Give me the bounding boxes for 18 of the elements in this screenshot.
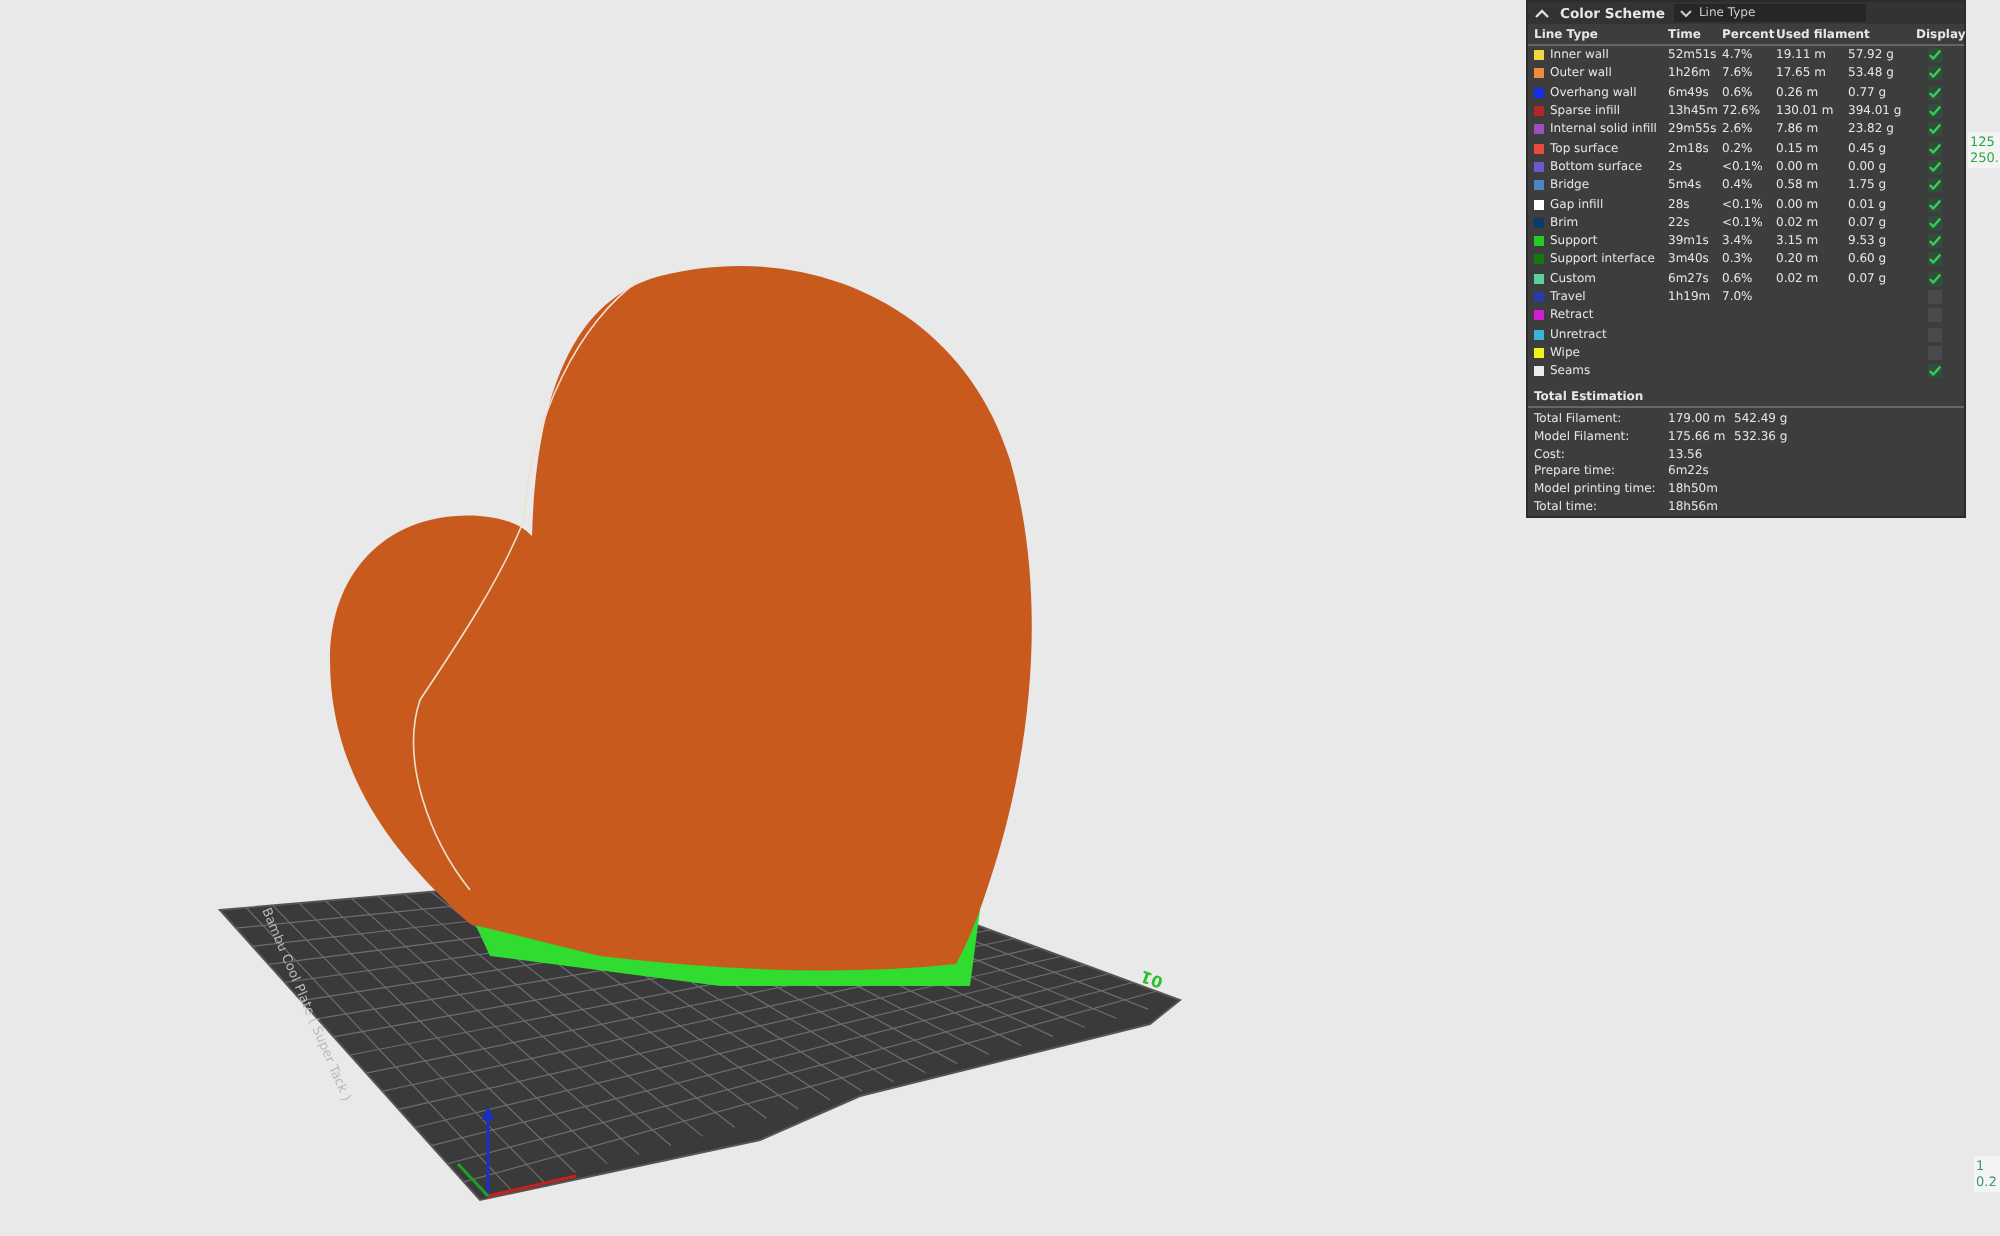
collapse-icon[interactable]: [1534, 5, 1550, 21]
caret-icon: [1680, 9, 1693, 17]
display-checkbox[interactable]: [1928, 85, 1942, 100]
display-checkbox[interactable]: [1928, 141, 1942, 156]
axes-icon: [456, 1106, 577, 1198]
plate-number: 01: [1138, 966, 1166, 992]
display-checkbox[interactable]: [1928, 252, 1942, 267]
display-checkbox[interactable]: [1928, 364, 1942, 379]
display-checkbox[interactable]: [1928, 215, 1942, 230]
display-checkbox[interactable]: [1928, 197, 1942, 212]
display-checkbox[interactable]: [1928, 271, 1942, 286]
display-checkbox[interactable]: [1928, 178, 1942, 193]
display-checkbox[interactable]: [1928, 234, 1942, 249]
display-checkbox[interactable]: [1928, 104, 1942, 119]
display-checkbox[interactable]: [1928, 159, 1942, 174]
display-checkbox[interactable]: [1928, 122, 1942, 137]
display-checkbox[interactable]: [1928, 66, 1942, 81]
display-checkbox[interactable]: [1928, 48, 1942, 63]
